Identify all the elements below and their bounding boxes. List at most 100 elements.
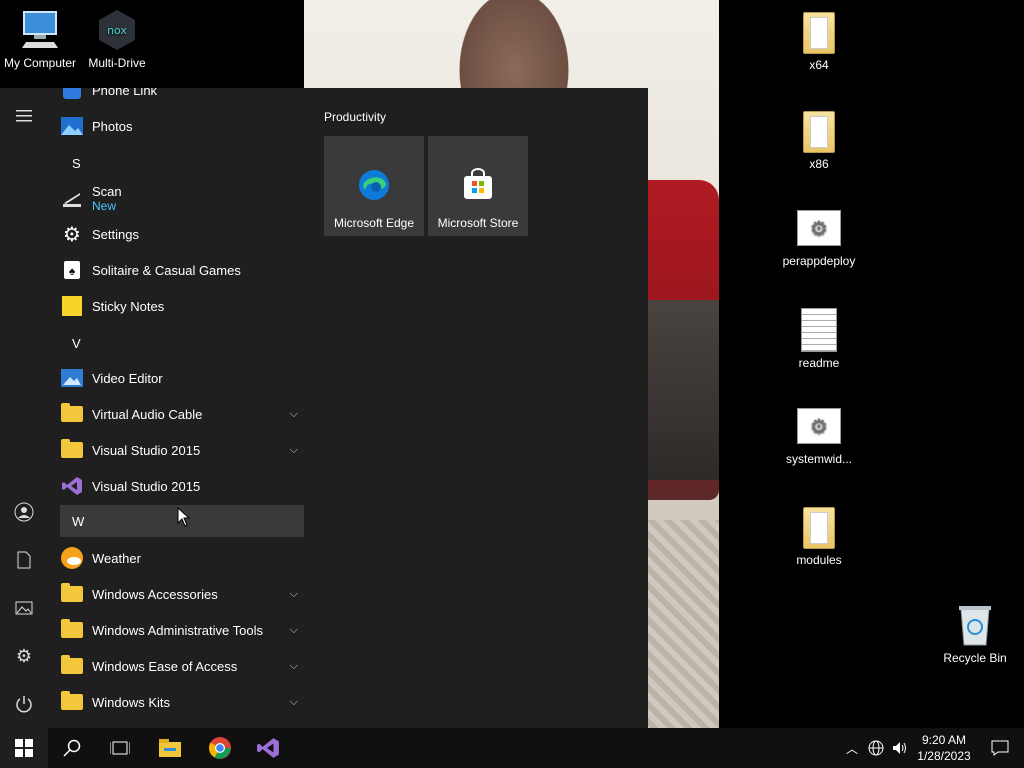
search-icon: [63, 739, 81, 757]
letter-header-v[interactable]: V: [60, 327, 304, 359]
edge-icon: [359, 170, 389, 200]
app-label: Video Editor: [92, 370, 163, 386]
desktop-icon-label: readme: [798, 356, 840, 370]
taskbar-file-explorer[interactable]: [146, 728, 194, 768]
desktop-icon-my-computer[interactable]: My Computer: [0, 8, 80, 70]
hamburger-menu-icon[interactable]: [0, 96, 48, 136]
svg-text:nox: nox: [107, 24, 127, 37]
network-icon[interactable]: [864, 740, 888, 756]
folder-icon: [60, 438, 84, 462]
taskbar-chrome[interactable]: [196, 728, 244, 768]
notification-center-icon[interactable]: [976, 740, 1024, 756]
folder-icon: [60, 582, 84, 606]
app-solitaire[interactable]: ♠ Solitaire & Casual Games: [60, 252, 304, 288]
search-button[interactable]: [48, 728, 96, 768]
app-scan[interactable]: Scan New: [60, 180, 304, 216]
folder-icon: [60, 690, 84, 714]
power-icon[interactable]: [0, 684, 48, 724]
wallpaper-floor: [644, 520, 719, 728]
app-sticky-notes[interactable]: Sticky Notes: [60, 288, 304, 324]
taskbar-visual-studio[interactable]: [244, 728, 292, 768]
tile-label: Microsoft Edge: [333, 216, 415, 230]
letter-label: W: [72, 513, 85, 529]
app-visual-studio-2015[interactable]: Visual Studio 2015: [60, 468, 304, 504]
visual-studio-icon: [257, 738, 279, 758]
weather-icon: [60, 546, 84, 570]
desktop-icon-label: systemwid...: [785, 452, 852, 466]
desktop-icon-label: x64: [809, 58, 829, 72]
folder-icon: [803, 507, 835, 549]
desktop-icon-x86[interactable]: x86: [779, 111, 859, 171]
app-label: Settings: [92, 226, 139, 242]
app-label: Scan: [92, 183, 122, 199]
volume-icon[interactable]: [888, 740, 912, 756]
chevron-up-icon[interactable]: ︿: [840, 740, 864, 757]
chevron-down-icon[interactable]: ⌵: [290, 408, 298, 421]
app-settings[interactable]: ⚙ Settings: [60, 216, 304, 252]
app-label: Phone Link: [92, 88, 158, 98]
desktop-icon-label: perappdeploy: [782, 254, 856, 268]
folder-windows-accessories[interactable]: Windows Accessories ⌵: [60, 576, 304, 612]
desktop-icon-systemwid[interactable]: ⚙ systemwid...: [779, 404, 859, 466]
pictures-icon[interactable]: [0, 588, 48, 628]
phone-link-icon: [60, 88, 84, 102]
user-account-icon[interactable]: [0, 492, 48, 532]
settings-gear-icon[interactable]: ⚙: [0, 636, 48, 676]
app-label: Solitaire & Casual Games: [92, 262, 241, 278]
text-file-icon: [801, 308, 837, 352]
chevron-down-icon[interactable]: ⌵: [290, 696, 298, 709]
mouse-cursor-icon: [177, 507, 191, 527]
clock[interactable]: 9:20 AM 1/28/2023: [912, 732, 976, 764]
chevron-down-icon[interactable]: ⌵: [290, 624, 298, 637]
folder-virtual-audio-cable[interactable]: Virtual Audio Cable ⌵: [60, 396, 304, 432]
desktop-icon-multi-drive[interactable]: nox Multi-Drive: [77, 8, 157, 70]
app-list: Phone Link Photos S Scan New ⚙ Settings ♠…: [48, 88, 304, 728]
desktop-icon-label: modules: [796, 553, 842, 567]
letter-label: S: [72, 155, 81, 171]
desktop-icon-label: Multi-Drive: [88, 56, 146, 70]
file-explorer-icon: [159, 739, 181, 757]
recycle-bin-icon: [959, 606, 991, 646]
app-label: Visual Studio 2015: [92, 442, 201, 458]
desktop-icon-modules[interactable]: modules: [779, 507, 859, 567]
windows-logo-icon: [15, 739, 33, 757]
desktop-icon-perappdeploy[interactable]: ⚙ perappdeploy: [779, 206, 859, 268]
tile-group-title[interactable]: Productivity: [324, 110, 386, 124]
desktop-icon-readme[interactable]: readme: [779, 308, 859, 370]
app-weather[interactable]: Weather: [60, 540, 304, 576]
desktop-icon-x64[interactable]: x64: [779, 12, 859, 72]
start-menu: ⚙ Phone Link Photos S Scan New ⚙ Settings…: [0, 88, 648, 728]
folder-windows-ease-of-access[interactable]: Windows Ease of Access ⌵: [60, 648, 304, 684]
task-view-icon: [110, 741, 130, 755]
folder-visual-studio-2015[interactable]: Visual Studio 2015 ⌵: [60, 432, 304, 468]
documents-icon[interactable]: [0, 540, 48, 580]
start-button[interactable]: [0, 728, 48, 768]
app-label: Windows Ease of Access: [92, 658, 238, 674]
folder-icon: [803, 12, 835, 54]
tile-label: Microsoft Store: [437, 216, 519, 230]
desktop-icon-label: Recycle Bin: [943, 651, 1007, 665]
folder-windows-admin-tools[interactable]: Windows Administrative Tools ⌵: [60, 612, 304, 648]
letter-header-s[interactable]: S: [60, 147, 304, 179]
tile-microsoft-store[interactable]: Microsoft Store: [428, 136, 528, 236]
system-tray: ︿ 9:20 AM 1/28/2023: [840, 728, 1024, 768]
tile-microsoft-edge[interactable]: Microsoft Edge: [324, 136, 424, 236]
chevron-down-icon[interactable]: ⌵: [290, 588, 298, 601]
settings-file-icon: ⚙: [797, 210, 841, 246]
clock-time: 9:20 AM: [921, 733, 967, 747]
solitaire-icon: ♠: [60, 258, 84, 282]
task-view-button[interactable]: [96, 728, 144, 768]
app-label: Sticky Notes: [92, 298, 165, 314]
desktop-icon-recycle-bin[interactable]: Recycle Bin: [935, 603, 1015, 665]
chevron-down-icon[interactable]: ⌵: [290, 660, 298, 673]
computer-icon: [22, 11, 58, 48]
folder-icon: [60, 618, 84, 642]
taskbar: ︿ 9:20 AM 1/28/2023: [0, 728, 1024, 768]
app-video-editor[interactable]: Video Editor: [60, 360, 304, 396]
app-photos[interactable]: Photos: [60, 108, 304, 144]
settings-icon: ⚙: [63, 223, 81, 246]
app-phone-link[interactable]: Phone Link: [60, 88, 304, 108]
chevron-down-icon[interactable]: ⌵: [290, 444, 298, 457]
folder-windows-kits[interactable]: Windows Kits ⌵: [60, 684, 304, 720]
app-label: Photos: [92, 118, 133, 134]
